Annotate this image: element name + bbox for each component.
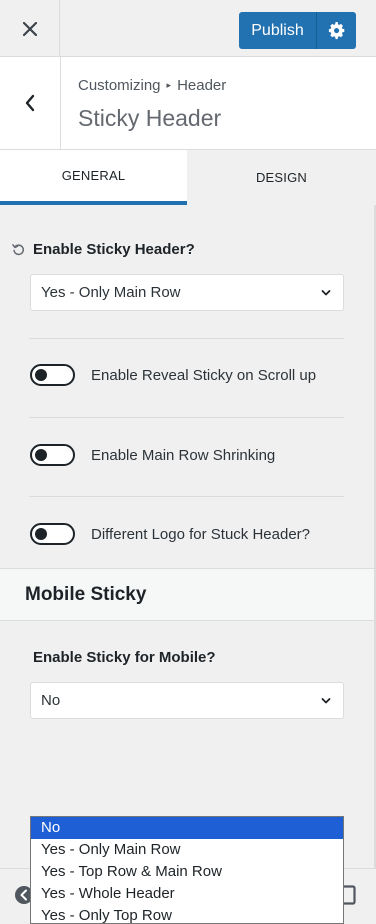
breadcrumb: Customizing ▸ Header: [78, 77, 226, 94]
back-button[interactable]: [0, 57, 61, 149]
sticky-header-label-row: Enable Sticky Header?: [12, 241, 195, 258]
main-row-shrinking-row: Enable Main Row Shrinking: [30, 444, 275, 466]
tab-general[interactable]: GENERAL: [0, 150, 187, 205]
mobile-sticky-select[interactable]: No: [30, 682, 344, 719]
chevron-down-icon: [321, 290, 331, 296]
different-logo-row: Different Logo for Stuck Header?: [30, 523, 310, 545]
sticky-header-label: Enable Sticky Header?: [33, 241, 195, 258]
mobile-sticky-select-value: No: [41, 692, 61, 709]
customizer-topbar: Publish: [0, 0, 376, 57]
mobile-sticky-options-list: No Yes - Only Main Row Yes - Top Row & M…: [30, 816, 344, 924]
gear-icon: [328, 21, 344, 39]
reveal-sticky-label: Enable Reveal Sticky on Scroll up: [91, 366, 317, 384]
mobile-sticky-section-title: Mobile Sticky: [0, 568, 374, 621]
mobile-sticky-label: Enable Sticky for Mobile?: [33, 649, 216, 666]
publish-button[interactable]: Publish: [239, 12, 317, 49]
sticky-header-select-value: Yes - Only Main Row: [41, 284, 181, 301]
different-logo-toggle[interactable]: [30, 523, 75, 545]
reset-icon[interactable]: [12, 243, 25, 256]
panel-header: Customizing ▸ Header Sticky Header: [0, 57, 376, 150]
breadcrumb-current: Header: [177, 77, 227, 94]
breadcrumb-separator-icon: ▸: [166, 80, 172, 90]
different-logo-label: Different Logo for Stuck Header?: [91, 525, 311, 543]
mobile-sticky-label-row: Enable Sticky for Mobile?: [33, 649, 216, 666]
publish-settings-button[interactable]: [317, 12, 356, 49]
chevron-down-icon: [321, 698, 331, 704]
divider: [29, 417, 344, 418]
option-top-and-main-row[interactable]: Yes - Top Row & Main Row: [31, 861, 343, 883]
option-only-top-row[interactable]: Yes - Only Top Row: [31, 905, 343, 923]
toggle-knob: [35, 528, 47, 540]
tab-bar: GENERAL DESIGN: [0, 150, 376, 205]
close-icon: [22, 21, 37, 36]
close-customizer-button[interactable]: [0, 0, 60, 57]
toggle-knob: [35, 369, 47, 381]
divider: [29, 496, 344, 497]
option-whole-header[interactable]: Yes - Whole Header: [31, 883, 343, 905]
reveal-sticky-row: Enable Reveal Sticky on Scroll up: [30, 364, 316, 386]
main-row-shrinking-toggle[interactable]: [30, 444, 75, 466]
toggle-knob: [35, 449, 47, 461]
page-title: Sticky Header: [78, 105, 222, 131]
sticky-header-select[interactable]: Yes - Only Main Row: [30, 274, 344, 311]
main-row-shrinking-label: Enable Main Row Shrinking: [91, 446, 276, 464]
divider: [29, 338, 344, 339]
tab-design[interactable]: DESIGN: [187, 150, 376, 205]
option-no[interactable]: No: [31, 817, 343, 839]
publish-group: Publish: [239, 12, 356, 49]
breadcrumb-root: Customizing: [78, 77, 161, 94]
chevron-left-icon: [25, 94, 35, 112]
option-only-main-row[interactable]: Yes - Only Main Row: [31, 839, 343, 861]
reveal-sticky-toggle[interactable]: [30, 364, 75, 386]
